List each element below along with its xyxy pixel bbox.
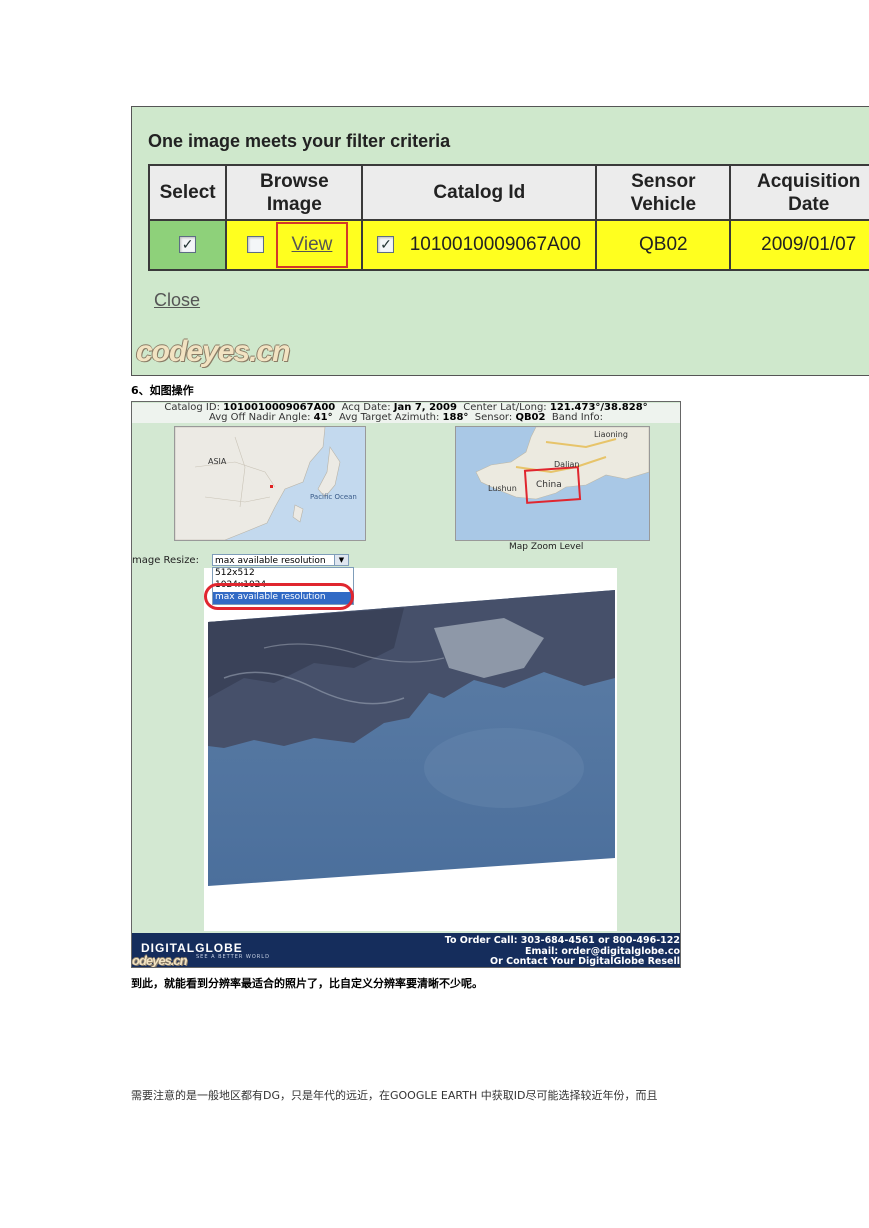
azimuth-value: 188°: [442, 412, 469, 423]
map-label-lushun: Lushun: [488, 484, 517, 493]
map-zoom-label: Map Zoom Level: [509, 542, 584, 552]
col-sensor-vehicle: Sensor Vehicle: [595, 164, 732, 221]
overview-map[interactable]: ASIA Pacific Ocean: [174, 426, 366, 541]
digitalglobe-tagline: SEE A BETTER WORLD: [196, 954, 270, 960]
sensor-cell: QB02: [595, 219, 732, 271]
sensor-label: Sensor:: [474, 412, 513, 423]
off-nadir-label: Avg Off Nadir Angle:: [208, 412, 311, 423]
caption-text: 到此，就能看到分辨率最适合的照片了，比自定义分辨率要清晰不少呢。: [131, 977, 483, 990]
col-acquisition-date-label: Acquisition Date: [756, 170, 861, 215]
col-browse-image-label: Browse Image: [260, 170, 329, 215]
azimuth-label: Avg Target Azimuth:: [338, 412, 440, 423]
step-label: 6、如图操作: [131, 384, 194, 397]
note-text: 需要注意的是一般地区都有DG，只是年代的远近，在GOOGLE EARTH 中获取…: [131, 1089, 658, 1102]
sensor-value: QB02: [515, 412, 546, 423]
col-browse-image: Browse Image: [225, 164, 364, 221]
select-checkbox[interactable]: ✓: [179, 236, 197, 254]
browse-checkbox[interactable]: [247, 236, 265, 254]
order-phone: To Order Call: 303-684-4561 or 800-496-1…: [444, 935, 680, 946]
order-reseller: Or Contact Your DigitalGlobe Resell: [490, 956, 680, 967]
catalog-id-cell: ✓ 1010010009067A00: [361, 219, 598, 271]
chevron-down-icon[interactable]: ▼: [334, 555, 348, 565]
meta-line-2: Avg Off Nadir Angle: 41° Avg Target Azim…: [132, 413, 680, 423]
image-resize-label: mage Resize:: [132, 555, 199, 566]
map-label-china: China: [536, 480, 562, 490]
map-label-asia: ASIA: [208, 457, 227, 466]
browse-image-cell: View: [225, 219, 364, 271]
date-cell: 2009/01/07: [729, 219, 869, 271]
band-label: Band Info:: [551, 412, 603, 423]
overview-map-graphic: [175, 427, 341, 540]
col-acquisition-date: Acquisition Date: [729, 164, 869, 221]
table-header-row: Select Browse Image Catalog Id Sensor Ve…: [147, 164, 869, 221]
col-catalog-id: Catalog Id: [361, 164, 598, 221]
digitalglobe-preview-screenshot: Catalog ID: 1010010009067A00 Acq Date: J…: [131, 401, 681, 968]
result-heading: One image meets your filter criteria: [148, 131, 451, 151]
map-label-pacific: Pacific Ocean: [310, 493, 357, 501]
order-contact: To Order Call: 303-684-4561 or 800-496-1…: [444, 935, 680, 967]
zoom-map[interactable]: Liaoning Dalian Lushun China: [455, 426, 650, 541]
view-link[interactable]: View: [275, 222, 349, 268]
digitalglobe-footer: DIGITALGLOBE SEE A BETTER WORLD To Order…: [132, 933, 680, 967]
image-resize-value: max available resolution: [215, 556, 326, 566]
resize-option-512[interactable]: 512x512: [213, 568, 353, 580]
image-resize-select[interactable]: max available resolution ▼: [212, 554, 349, 566]
col-sensor-vehicle-label: Sensor Vehicle: [630, 170, 697, 215]
satellite-image: [208, 590, 615, 886]
catalog-id-value: 1010010009067A00: [409, 234, 581, 255]
result-table: Select Browse Image Catalog Id Sensor Ve…: [147, 164, 869, 271]
col-select: Select: [147, 164, 228, 221]
close-link[interactable]: Close: [154, 290, 200, 311]
map-label-dalian: Dalian: [554, 460, 580, 469]
watermark: codeyes.cn: [136, 335, 290, 368]
satellite-preview-frame: [204, 568, 617, 931]
watermark-2: odeyes.cn: [132, 953, 188, 968]
highlight-oval: [204, 583, 354, 610]
map-label-liaoning: Liaoning: [594, 430, 628, 439]
off-nadir-value: 41°: [313, 412, 333, 423]
select-cell: ✓: [147, 219, 228, 271]
table-row: ✓ View ✓ 1010010009067A00 QB02 2009/01/0…: [147, 219, 869, 271]
catalog-checkbox[interactable]: ✓: [377, 236, 395, 254]
filter-result-screenshot: One image meets your filter criteria Sel…: [131, 106, 869, 376]
